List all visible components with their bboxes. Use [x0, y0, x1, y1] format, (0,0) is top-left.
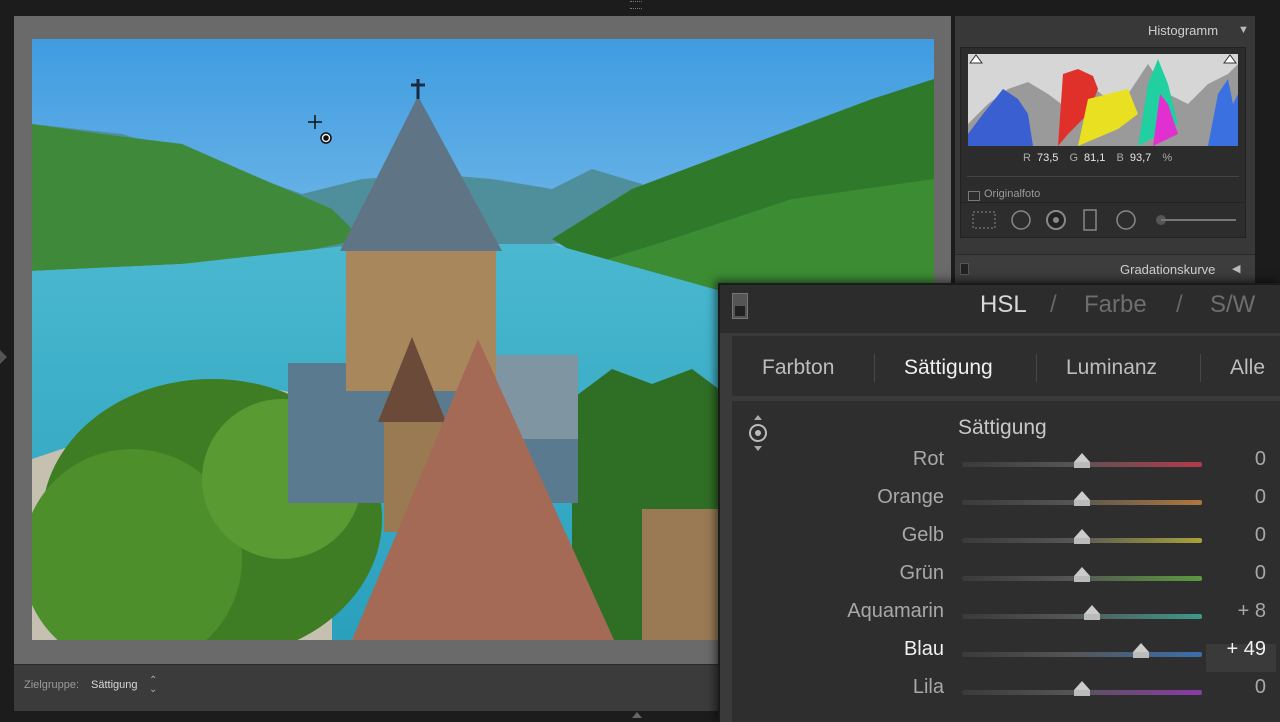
sw-title[interactable]: S/W: [1210, 291, 1255, 319]
panel-switch[interactable]: [960, 263, 969, 275]
slider-value[interactable]: 0: [1206, 448, 1266, 471]
slider-label: Orange: [877, 486, 944, 508]
title-separator: /: [1176, 291, 1183, 318]
slider-value[interactable]: + 49: [1206, 638, 1266, 661]
filmstrip-toggle-icon[interactable]: [632, 712, 642, 718]
tone-curve-header[interactable]: Gradationskurve ◀: [955, 254, 1255, 281]
slider-thumb[interactable]: [1083, 605, 1100, 620]
slider-value[interactable]: + 8: [1206, 600, 1266, 623]
slider-label: Aquamarin: [847, 600, 944, 622]
slider-thumb[interactable]: [1074, 453, 1090, 468]
hsl-header: HSL / Farbe / S/W: [720, 285, 1280, 333]
tone-curve-title[interactable]: Gradationskurve: [1120, 262, 1215, 277]
tab-divider: [874, 354, 875, 382]
target-group-label: Zielgruppe:: [24, 679, 80, 691]
panel-switch[interactable]: [732, 293, 748, 319]
tab-luminanz[interactable]: Luminanz: [1066, 356, 1157, 380]
slider-thumb[interactable]: [1074, 567, 1090, 582]
graduated-filter-icon: [1083, 209, 1097, 231]
slider-label: Lila: [912, 676, 944, 698]
saturation-slider-track[interactable]: [962, 614, 1202, 619]
spot-removal-icon: [1011, 210, 1031, 230]
saturation-slider-track[interactable]: [962, 652, 1202, 657]
slider-label: Blau: [903, 638, 944, 660]
original-photo-label: Originalfoto: [984, 188, 1041, 200]
tab-farbton[interactable]: Farbton: [762, 356, 834, 380]
slider-thumb[interactable]: [1074, 529, 1090, 544]
farbe-title[interactable]: Farbe: [1084, 291, 1147, 319]
slider-thumb[interactable]: [1074, 681, 1090, 696]
r-value: 73,5: [1036, 152, 1059, 164]
g-value: 81,1: [1084, 152, 1106, 164]
right-panel: Histogramm ▼ R 73,5 G 81,1 B 93,7 % Orig…: [955, 16, 1255, 296]
slider-value[interactable]: 0: [1206, 524, 1266, 547]
tab-divider: [1036, 354, 1037, 382]
slider-label: Gelb: [901, 524, 944, 546]
tab-divider: [1200, 354, 1201, 382]
hsl-tabs: Farbton Sättigung Luminanz Alle: [732, 336, 1280, 396]
slider-thumb[interactable]: [1132, 643, 1149, 658]
original-photo-checkbox[interactable]: [968, 191, 980, 201]
saturation-section: Sättigung Rot 0 Orange 0 Gelb 0 Grün 0 Aquamarin…: [732, 401, 1280, 722]
slider-value[interactable]: 0: [1206, 562, 1266, 585]
r-label: R: [1023, 152, 1031, 164]
title-separator: /: [1050, 291, 1057, 318]
histogram-graph: [968, 54, 1238, 146]
slider-label: Rot: [912, 448, 944, 470]
hsl-panel: HSL / Farbe / S/W Farbton Sättigung Lumi…: [718, 283, 1280, 722]
radial-filter-icon: [1116, 210, 1136, 230]
histogram-panel: R 73,5 G 81,1 B 93,7 % Originalfoto: [960, 47, 1246, 209]
expand-triangle-icon[interactable]: ◀: [1232, 262, 1240, 275]
slider-thumb[interactable]: [1074, 491, 1090, 506]
histogram-title[interactable]: Histogramm: [1148, 23, 1218, 38]
slider-label: Grün: [899, 562, 944, 584]
histogram-rgb-readout: R 73,5 G 81,1 B 93,7 %: [1023, 152, 1172, 164]
slider-value[interactable]: 0: [1206, 486, 1266, 509]
tab-alle[interactable]: Alle: [1230, 356, 1265, 380]
divider: [967, 176, 1239, 177]
hsl-title[interactable]: HSL: [980, 291, 1027, 319]
tool-strip: [960, 202, 1246, 238]
left-panel-toggle-icon[interactable]: [0, 350, 7, 364]
tab-saettigung[interactable]: Sättigung: [904, 356, 993, 380]
slider-list: Rot 0 Orange 0 Gelb 0 Grün 0 Aquamarin + 8 Blau + 4…: [732, 401, 1280, 722]
b-label: B: [1116, 152, 1124, 164]
slider-value[interactable]: 0: [1206, 676, 1266, 699]
top-panel-grip[interactable]: [630, 1, 642, 9]
g-label: G: [1069, 152, 1078, 164]
collapse-triangle-icon[interactable]: ▼: [1238, 24, 1249, 36]
crop-tool-icon: [972, 211, 996, 229]
updown-chevron-icon[interactable]: ⌃ ⌄: [149, 676, 157, 695]
b-value: 93,7: [1129, 152, 1152, 164]
percent-unit: %: [1162, 152, 1173, 164]
target-group-select[interactable]: Sättigung: [91, 679, 137, 691]
